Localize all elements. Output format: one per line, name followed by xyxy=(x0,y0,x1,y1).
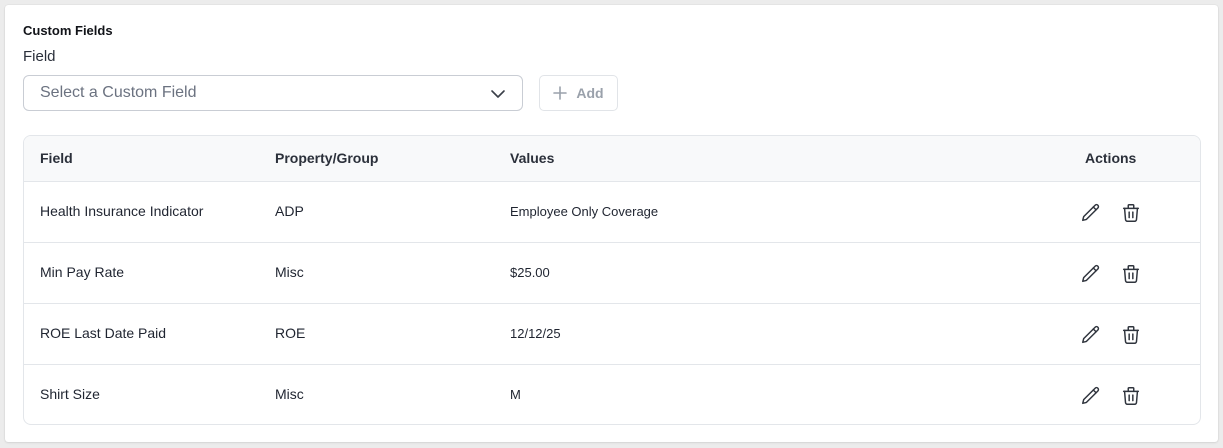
pencil-icon[interactable] xyxy=(1080,202,1102,224)
custom-fields-table: Field Property/Group Values Actions Heal… xyxy=(23,135,1201,425)
pencil-icon[interactable] xyxy=(1080,263,1102,285)
cell-property: ROE xyxy=(275,325,306,341)
cell-field: Health Insurance Indicator xyxy=(40,203,204,219)
add-button[interactable]: Add xyxy=(539,75,618,111)
table-header: Field Property/Group Values Actions xyxy=(24,136,1200,182)
trash-icon[interactable] xyxy=(1120,263,1142,285)
trash-icon[interactable] xyxy=(1120,324,1142,346)
cell-field: Shirt Size xyxy=(40,386,100,402)
section-title: Custom Fields xyxy=(23,23,113,38)
cell-field: ROE Last Date Paid xyxy=(40,325,167,341)
plus-icon xyxy=(553,86,568,100)
table-row: Health Insurance Indicator ADP Employee … xyxy=(24,182,1200,243)
table-row: Min Pay Rate Misc $25.00 xyxy=(24,243,1200,304)
cell-property: Misc xyxy=(275,386,304,402)
header-actions: Actions xyxy=(1085,150,1137,166)
table-row: ROE Last Date Paid ROE 12/12/25 xyxy=(24,304,1200,365)
header-field: Field xyxy=(40,150,73,166)
custom-field-select[interactable]: Select a Custom Field xyxy=(23,75,523,111)
add-button-label: Add xyxy=(576,85,604,101)
field-label: Field xyxy=(23,48,56,65)
cell-value: M xyxy=(510,387,521,402)
table-row: Shirt Size Misc M xyxy=(24,365,1200,424)
select-placeholder: Select a Custom Field xyxy=(40,84,197,101)
pencil-icon[interactable] xyxy=(1080,324,1102,346)
trash-icon[interactable] xyxy=(1120,202,1142,224)
cell-property: Misc xyxy=(275,264,304,280)
cell-value: 12/12/25 xyxy=(510,326,561,341)
header-values: Values xyxy=(510,150,555,166)
pencil-icon[interactable] xyxy=(1080,385,1102,407)
cell-property: ADP xyxy=(275,203,304,219)
cell-value: $25.00 xyxy=(510,265,550,280)
chevron-down-icon xyxy=(490,87,506,101)
custom-fields-card: Custom Fields Field Select a Custom Fiel… xyxy=(5,5,1218,442)
header-property-group: Property/Group xyxy=(275,150,379,166)
cell-field: Min Pay Rate xyxy=(40,264,125,280)
trash-icon[interactable] xyxy=(1120,385,1142,407)
cell-value: Employee Only Coverage xyxy=(510,204,659,219)
